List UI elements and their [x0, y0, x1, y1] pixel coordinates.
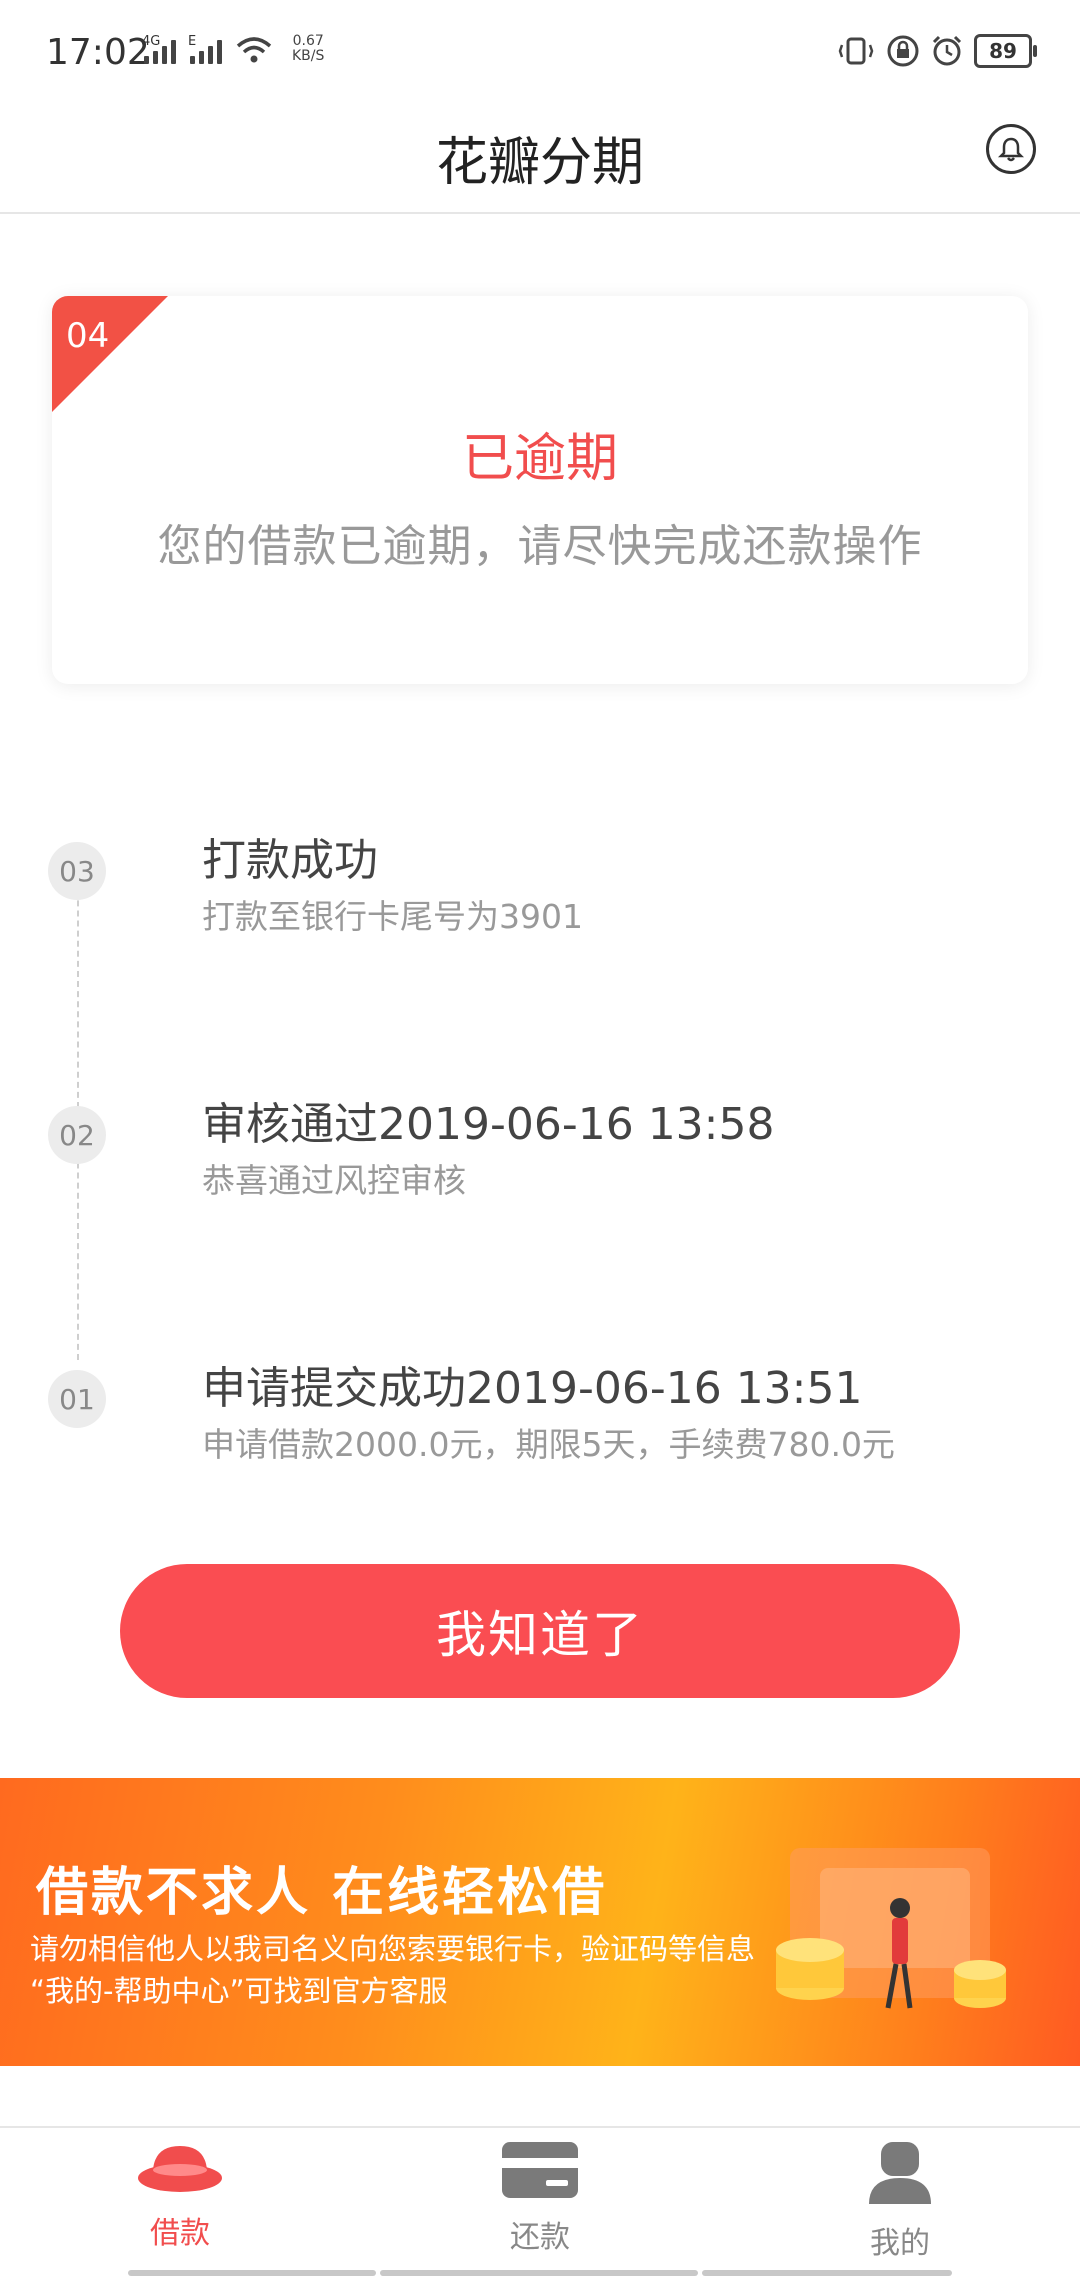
tab-label: 借款 — [150, 2216, 210, 2251]
timeline-item: 01 申请提交成功2019-06-16 13:51 申请借款2000.0元，期限… — [0, 1318, 1080, 1464]
status-description: 您的借款已逾期，请尽快完成还款操作 — [157, 521, 923, 572]
timeline-title: 审核通过2019-06-16 13:58 — [202, 1099, 775, 1150]
signal-icon: E — [188, 34, 222, 64]
wifi-icon — [236, 37, 272, 63]
timeline-subtitle: 打款至银行卡尾号为3901 — [202, 897, 583, 936]
banner-notice-2: “我的-帮助中心”可找到官方客服 — [30, 1974, 448, 2008]
banner-headline: 借款不求人 在线轻松借 — [36, 1863, 608, 1923]
status-bar: 17:02 4G E 0.67 KB/S 89 — [0, 0, 1080, 100]
tab-label: 还款 — [510, 2220, 570, 2255]
battery-indicator: 89 — [974, 34, 1037, 68]
vibrate-icon — [838, 37, 874, 65]
promo-banner[interactable]: 借款不求人 在线轻松借 请勿相信他人以我司名义向您索要银行卡，验证码等信息 “我… — [0, 1778, 1080, 2066]
network-speed: 0.67 KB/S — [292, 34, 324, 64]
signal-icon: 4G — [142, 34, 176, 64]
tab-label: 我的 — [870, 2226, 930, 2261]
speed-value: 0.67 — [292, 33, 324, 49]
card-icon — [502, 2142, 578, 2198]
bell-glyph — [997, 137, 1025, 162]
nav-indicator — [702, 2270, 952, 2276]
alarm-icon — [932, 35, 962, 66]
status-time: 17:02 — [46, 32, 150, 73]
bottom-tab-bar: 借款 还款 我的 — [0, 2126, 1080, 2282]
timeline-item: 02 审核通过2019-06-16 13:58 恭喜通过风控审核 — [0, 1054, 1080, 1200]
timeline-subtitle: 申请借款2000.0元，期限5天，手续费780.0元 — [202, 1425, 895, 1464]
step-number: 04 — [66, 316, 110, 356]
timeline-item: 03 打款成功 打款至银行卡尾号为3901 — [0, 790, 1080, 936]
timeline-step-badge: 03 — [48, 842, 106, 900]
loan-status-card: 04 已逾期 您的借款已逾期，请尽快完成还款操作 — [52, 296, 1028, 684]
app-header: 花瓣分期 — [0, 100, 1080, 214]
timeline-title: 申请提交成功2019-06-16 13:51 — [202, 1363, 863, 1414]
acknowledge-button[interactable]: 我知道了 — [120, 1564, 960, 1698]
timeline-title: 打款成功 — [202, 835, 378, 886]
network-indicators: 4G E 0.67 KB/S — [142, 34, 324, 64]
speed-unit: KB/S — [292, 48, 325, 64]
network-type-1: 4G — [142, 34, 161, 49]
tab-loan[interactable]: 借款 — [80, 2140, 280, 2252]
network-type-2: E — [188, 34, 197, 49]
coins-illustration — [776, 1848, 1006, 2009]
timeline-step-badge: 02 — [48, 1106, 106, 1164]
ingot-icon — [138, 2146, 222, 2192]
timeline-subtitle: 恭喜通过风控审核 — [202, 1161, 466, 1200]
user-icon — [869, 2142, 931, 2204]
nav-indicator — [380, 2270, 698, 2276]
system-indicators: 89 — [836, 34, 1037, 68]
rotation-lock-icon — [887, 35, 919, 67]
timeline-step-badge: 01 — [48, 1370, 106, 1428]
bell-icon[interactable] — [986, 124, 1036, 174]
tab-repay[interactable]: 还款 — [440, 2140, 640, 2256]
nav-indicator — [128, 2270, 376, 2276]
banner-notice-1: 请勿相信他人以我司名义向您索要银行卡，验证码等信息 — [30, 1932, 756, 1966]
status-title: 已逾期 — [461, 429, 618, 489]
page-title: 花瓣分期 — [435, 133, 644, 193]
tab-mine[interactable]: 我的 — [800, 2140, 1000, 2262]
